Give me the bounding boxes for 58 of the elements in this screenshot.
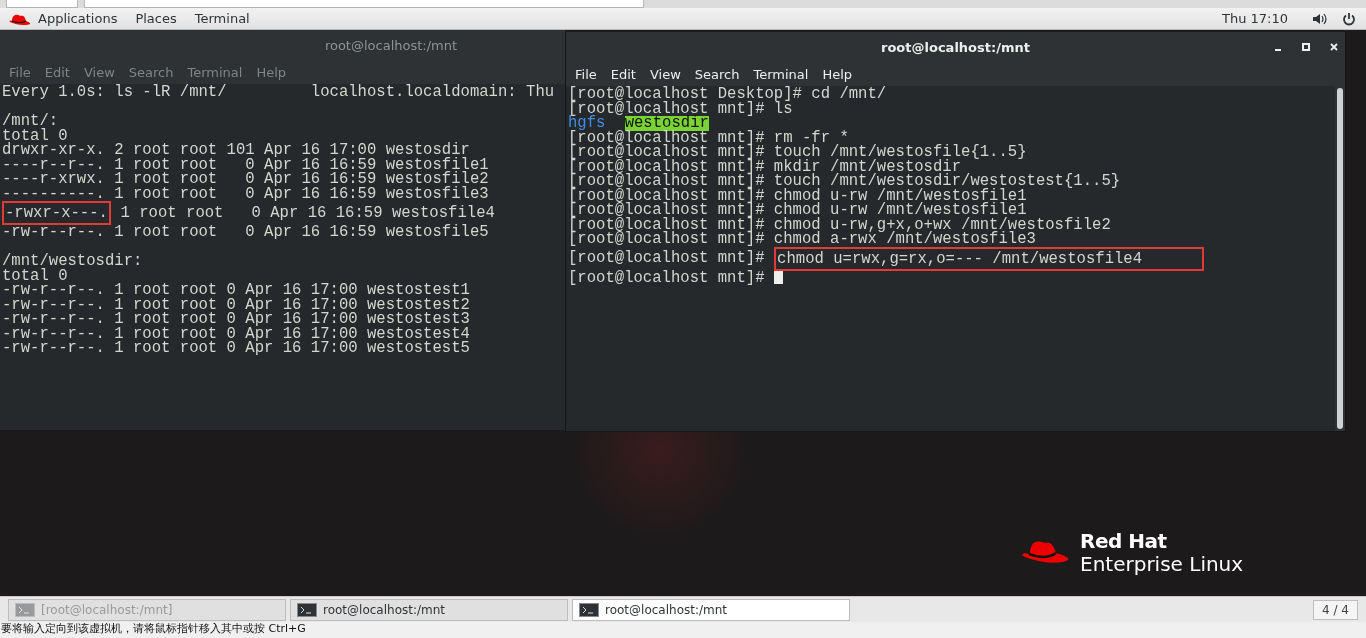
terminal-line: -rw-r--r--. 1 root root 0 Apr 16 17:00 westostest5 [2, 341, 470, 356]
terminal-line: ----------. 1 root root 0 Apr 16 16:59 westosfile3 [2, 186, 489, 201]
highlighted-text: -rwxr-x---. [2, 201, 111, 225]
terminal-line: [root@localhost Desktop]# cd /mnt/ [568, 87, 887, 102]
terminal-icon [579, 602, 599, 617]
volume-icon[interactable] [1312, 12, 1328, 25]
terminal-icon [15, 602, 35, 617]
terminal-line: [root@localhost mnt]# ls [568, 101, 793, 116]
menu-item[interactable]: Terminal [748, 64, 814, 84]
window-title: root@localhost:/mnt [324, 37, 458, 53]
terminal-text: 1 root root 0 Apr 16 16:59 westosfile4 [120, 205, 495, 221]
terminal-line: -rw-r--r--. 1 root root 0 Apr 16 17:00 westostest3 [2, 312, 470, 327]
terminal-line: ----r--r--. 1 root root 0 Apr 16 16:59 westosfile1 [2, 157, 489, 172]
terminal-line: [root@localhost mnt]# touch /mnt/westosdir/westostest{1..5} [568, 174, 1121, 189]
logo-subtitle: Enterprise Linux [1080, 552, 1244, 576]
directory-name: westosdir [624, 116, 709, 131]
menu-item[interactable]: Search [689, 64, 745, 84]
terminal-text: [root@localhost mnt]# [568, 251, 765, 266]
top-bar-menu[interactable]: Applications [38, 11, 118, 26]
terminal-line: [root@localhost mnt]# [568, 270, 765, 285]
taskbar-button[interactable]: root@localhost:/mnt [572, 598, 850, 621]
terminal-line: drwxr-xr-x. 2 root root 101 Apr 16 17:00 westosdir [2, 143, 470, 158]
terminal-line: [root@localhost mnt]# mkdir /mnt/westosdir [568, 159, 962, 174]
terminal-line: total 0 [2, 268, 68, 283]
terminal-line: [root@localhost mnt]# chmod u-rw /mnt/westosfile1 [568, 188, 1027, 203]
terminal-line: ----r-xrwx. 1 root root 0 Apr 16 16:59 westosfile2 [2, 172, 489, 187]
directory-name: hgfs [568, 116, 606, 131]
highlighted-text: chmod u=rwx,g=rx,o=--- /mnt/westosfile4 [774, 246, 1205, 271]
terminal-line: total 0 [2, 128, 68, 143]
terminal-line: -rw-r--r--. 1 root root 0 Apr 16 16:59 westosfile5 [2, 225, 489, 240]
terminal-line: [root@localhost mnt]# chmod u-rw /mnt/westosfile1 [568, 203, 1027, 218]
menu-item[interactable]: Help [817, 64, 858, 84]
top-bar-menu[interactable]: Places [135, 11, 177, 26]
top-bar-menu[interactable]: Terminal [194, 11, 250, 26]
logo-title: Red Hat [1080, 530, 1168, 552]
terminal-line: -rw-r--r--. 1 root root 0 Apr 16 17:00 westostest4 [2, 326, 470, 341]
menu-item[interactable]: File [570, 64, 602, 84]
terminal-line: [root@localhost mnt]# chmod a-rwx /mnt/westosfile3 [568, 232, 1036, 247]
terminal-line: -rw-r--r--. 1 root root 0 Apr 16 17:00 westostest2 [2, 297, 470, 312]
status-message: 要将输入定向到该虚拟机，请将鼠标指针移入其中或按 Ctrl+G [1, 622, 306, 636]
terminal-line: [root@localhost mnt]# touch /mnt/westosfile{1..5} [568, 145, 1027, 160]
menu-item[interactable]: Edit [605, 64, 641, 84]
window-title: root@localhost:/mnt [881, 39, 1030, 55]
close-icon[interactable] [1329, 42, 1339, 52]
terminal-line: [root@localhost mnt]# rm -fr * [568, 130, 849, 145]
power-icon[interactable] [1342, 11, 1356, 26]
scrollbar[interactable] [1335, 86, 1345, 431]
clock[interactable]: Thu 17:10 [1222, 11, 1288, 26]
terminal-line: /mnt/westosdir: [2, 254, 143, 269]
workspace-indicator[interactable]: 4 / 4 [1313, 599, 1358, 620]
taskbar-button[interactable]: root@localhost:/mnt [290, 598, 568, 621]
terminal-line: -rw-r--r--. 1 root root 0 Apr 16 17:00 westostest1 [2, 283, 470, 298]
menu-item[interactable]: View [644, 64, 686, 84]
terminal-line: Every 1.0s: ls -lR /mnt/ localhost.localdomain: Thu [2, 85, 555, 100]
terminal-line: [root@localhost mnt]# chmod u-rw,g+x,o+wx /mnt/westosfile2 [568, 217, 1111, 232]
terminal-icon [297, 602, 317, 617]
terminal-line: /mnt/: [2, 114, 59, 129]
maximize-icon[interactable] [1301, 42, 1311, 52]
